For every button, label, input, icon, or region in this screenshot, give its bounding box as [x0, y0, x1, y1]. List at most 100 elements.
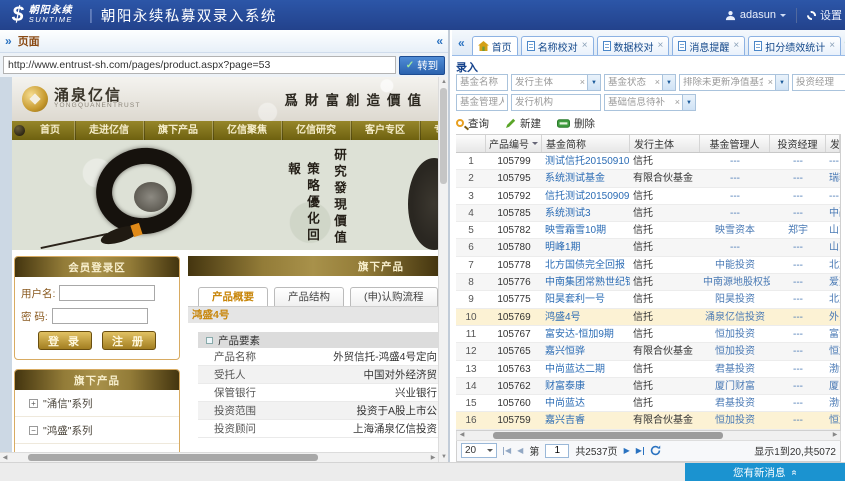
col-inv-manager[interactable]: 投资经理 [770, 135, 826, 152]
page-size-select[interactable]: 20 [461, 443, 497, 458]
table-row[interactable]: 11 105767 富安达-恒加9期 信托 恒加投资 --- 富安 [456, 326, 840, 343]
login-button[interactable]: 登 录 [38, 331, 92, 350]
cell-fund-abbr-link[interactable]: 系统测试3 [542, 205, 630, 221]
webpage-nav-item[interactable]: 客户专区 [351, 121, 420, 140]
tree-item-hongsheng[interactable]: − "鸿盛"系列 [15, 417, 179, 444]
vertical-scroll-thumb[interactable] [440, 88, 447, 184]
grid-horizontal-scrollbar[interactable]: ◀ ▶ [456, 431, 841, 441]
new-message-button[interactable]: 您有新消息 « [685, 463, 845, 481]
dropdown-icon[interactable]: ▼ [587, 75, 600, 90]
cell-fund-abbr-link[interactable]: 明峰1期 [542, 239, 630, 255]
table-row[interactable]: 10 105769 鸿盛4号 信托 涌泉亿信投资 --- 外贸 [456, 309, 840, 326]
tab-product-summary[interactable]: 产品概要 [198, 287, 268, 306]
inv-manager-input[interactable] [792, 74, 845, 91]
col-row-number[interactable] [456, 135, 486, 152]
go-button[interactable]: ✓ 转到 [399, 56, 445, 75]
col-issue[interactable]: 发行 [826, 135, 840, 152]
scroll-down-icon[interactable]: ▼ [439, 452, 448, 462]
col-fund-manager[interactable]: 基金管理人 [700, 135, 770, 152]
webpage-nav-item[interactable]: 专业理财 [420, 121, 438, 140]
workspace-tab[interactable]: 名称校对 × [521, 36, 594, 55]
username-field[interactable] [59, 285, 155, 301]
clear-icon[interactable]: × [673, 98, 682, 107]
cell-fund-abbr-link[interactable]: 映雪霜雪10期 [542, 222, 630, 238]
cell-fund-abbr-link[interactable]: 系统测试基金 [542, 170, 630, 186]
tab-purchase-process[interactable]: (申)认购流程 [350, 287, 438, 306]
page-number-input[interactable] [545, 444, 569, 458]
cell-fund-abbr-link[interactable]: 信托测试20150909 [542, 188, 630, 204]
user-menu[interactable]: adasun [715, 9, 796, 21]
query-button[interactable]: 查询 [456, 116, 489, 131]
table-row[interactable]: 8 105776 中南集团常熟世纪锦城 信托 中南源地股权投资 --- 爱建 [456, 274, 840, 291]
table-row[interactable]: 5 105782 映雪霜雪10期 信托 映雪资本 郑宇 山东 [456, 222, 840, 239]
password-field[interactable] [52, 308, 148, 324]
delete-button[interactable]: 删除 [557, 116, 595, 131]
clear-icon[interactable]: × [766, 78, 775, 87]
tab-product-structure[interactable]: 产品结构 [274, 287, 344, 306]
workspace-tab[interactable]: 消息提醒 × [672, 36, 745, 55]
status-input[interactable] [605, 77, 653, 88]
tab-close-icon[interactable]: × [658, 41, 664, 51]
tab-close-icon[interactable]: × [829, 41, 835, 51]
cell-fund-abbr-link[interactable]: 北方国债完全回报 [542, 257, 630, 273]
settings-button[interactable]: 设置 [797, 7, 845, 23]
issuer-input[interactable] [512, 77, 578, 88]
fund-manager-input[interactable] [456, 94, 508, 111]
last-page-icon[interactable]: ▶ [636, 447, 644, 455]
dropdown-icon[interactable]: ▼ [662, 75, 675, 90]
horizontal-scroll-thumb[interactable] [28, 454, 318, 461]
cell-fund-abbr-link[interactable]: 富安达-恒加9期 [542, 326, 630, 342]
collapse-left-panel-icon[interactable]: « [436, 35, 443, 47]
table-row[interactable]: 14 105762 财富泰康 信托 厦门财富 --- 厦门 [456, 378, 840, 395]
cell-fund-abbr-link[interactable]: 鸿盛4号 [542, 309, 630, 325]
create-button[interactable]: 新建 [505, 116, 541, 131]
tree-item-yongxin[interactable]: + "涌信"系列 [15, 390, 179, 417]
tab-home[interactable]: 首页 [472, 36, 518, 55]
webpage-nav-item[interactable]: 旗下产品 [144, 121, 213, 140]
webpage-nav-item[interactable]: 亿信研究 [282, 121, 351, 140]
dropdown-icon[interactable]: ▼ [682, 95, 695, 110]
cell-fund-abbr-link[interactable]: 嘉兴吉睿 [542, 412, 630, 428]
scroll-right-icon[interactable]: ▶ [428, 453, 438, 462]
table-row[interactable]: 1 105799 测试信托20150910 信托 --- --- --- [456, 153, 840, 170]
webpage-nav-item[interactable]: 首页 [26, 121, 75, 140]
col-fund-abbr[interactable]: 基金简称 [542, 135, 630, 152]
table-row[interactable]: 2 105795 系统测试基金 有限合伙基金 --- --- 瑞翰 [456, 170, 840, 187]
table-row[interactable]: 16 105759 嘉兴吉睿 有限合伙基金 恒加投资 --- 恒加 [456, 412, 840, 429]
tree-expand-icon[interactable]: + [29, 399, 38, 408]
next-page-icon[interactable]: ▶ [624, 447, 630, 455]
dropdown-icon[interactable]: ▼ [775, 75, 788, 90]
cell-fund-abbr-link[interactable]: 中南集团常熟世纪锦城 [542, 274, 630, 290]
col-product-id[interactable]: 产品编号 [486, 135, 542, 152]
cell-fund-abbr-link[interactable]: 阳昊套利一号 [542, 291, 630, 307]
tree-item-hongsheng-1[interactable]: − 鸿盛1号 [15, 444, 179, 452]
expand-right-icon[interactable]: » [5, 35, 12, 47]
clear-icon[interactable]: × [578, 78, 587, 87]
table-row[interactable]: 6 105780 明峰1期 信托 --- --- 山东 [456, 239, 840, 256]
table-row[interactable]: 3 105792 信托测试20150909 信托 --- --- --- [456, 188, 840, 205]
webpage-nav-item[interactable]: 走进亿信 [75, 121, 144, 140]
scroll-right-icon[interactable]: ▶ [830, 431, 840, 440]
workspace-tab[interactable]: 数据校对 × [597, 36, 670, 55]
scroll-up-icon[interactable]: ▲ [439, 77, 448, 87]
url-input[interactable] [3, 56, 396, 74]
product-elements-section[interactable]: 产品要素 [198, 332, 438, 348]
collapse-tabs-icon[interactable]: « [454, 37, 469, 49]
table-row[interactable]: 12 105765 嘉兴恒骅 有限合伙基金 恒加投资 --- 恒加 [456, 343, 840, 360]
pending-info-input[interactable] [605, 97, 673, 108]
webpage-vertical-scrollbar[interactable]: ▲ ▼ [438, 77, 448, 462]
prev-page-icon[interactable]: ◀ [517, 447, 523, 455]
webpage-nav-item[interactable]: 亿信聚焦 [213, 121, 282, 140]
register-button[interactable]: 注 册 [102, 331, 156, 350]
cell-fund-abbr-link[interactable]: 中尚蓝达 [542, 395, 630, 411]
fund-abbr-input[interactable] [456, 74, 508, 91]
grid-scroll-thumb[interactable] [493, 432, 723, 439]
col-issuer[interactable]: 发行主体 [630, 135, 700, 152]
table-row[interactable]: 15 105760 中尚蓝达 信托 君基投资 --- 渤海 [456, 395, 840, 412]
issue-org-input[interactable] [511, 94, 601, 111]
cell-fund-abbr-link[interactable]: 嘉兴恒骅 [542, 343, 630, 359]
cell-fund-abbr-link[interactable]: 测试信托20150910 [542, 153, 630, 169]
scroll-left-icon[interactable]: ◀ [0, 453, 10, 462]
table-row[interactable]: 9 105775 阳昊套利一号 信托 阳昊投资 --- 北方 [456, 291, 840, 308]
table-row[interactable]: 13 105763 中尚蓝达二期 信托 君基投资 --- 渤海 [456, 361, 840, 378]
